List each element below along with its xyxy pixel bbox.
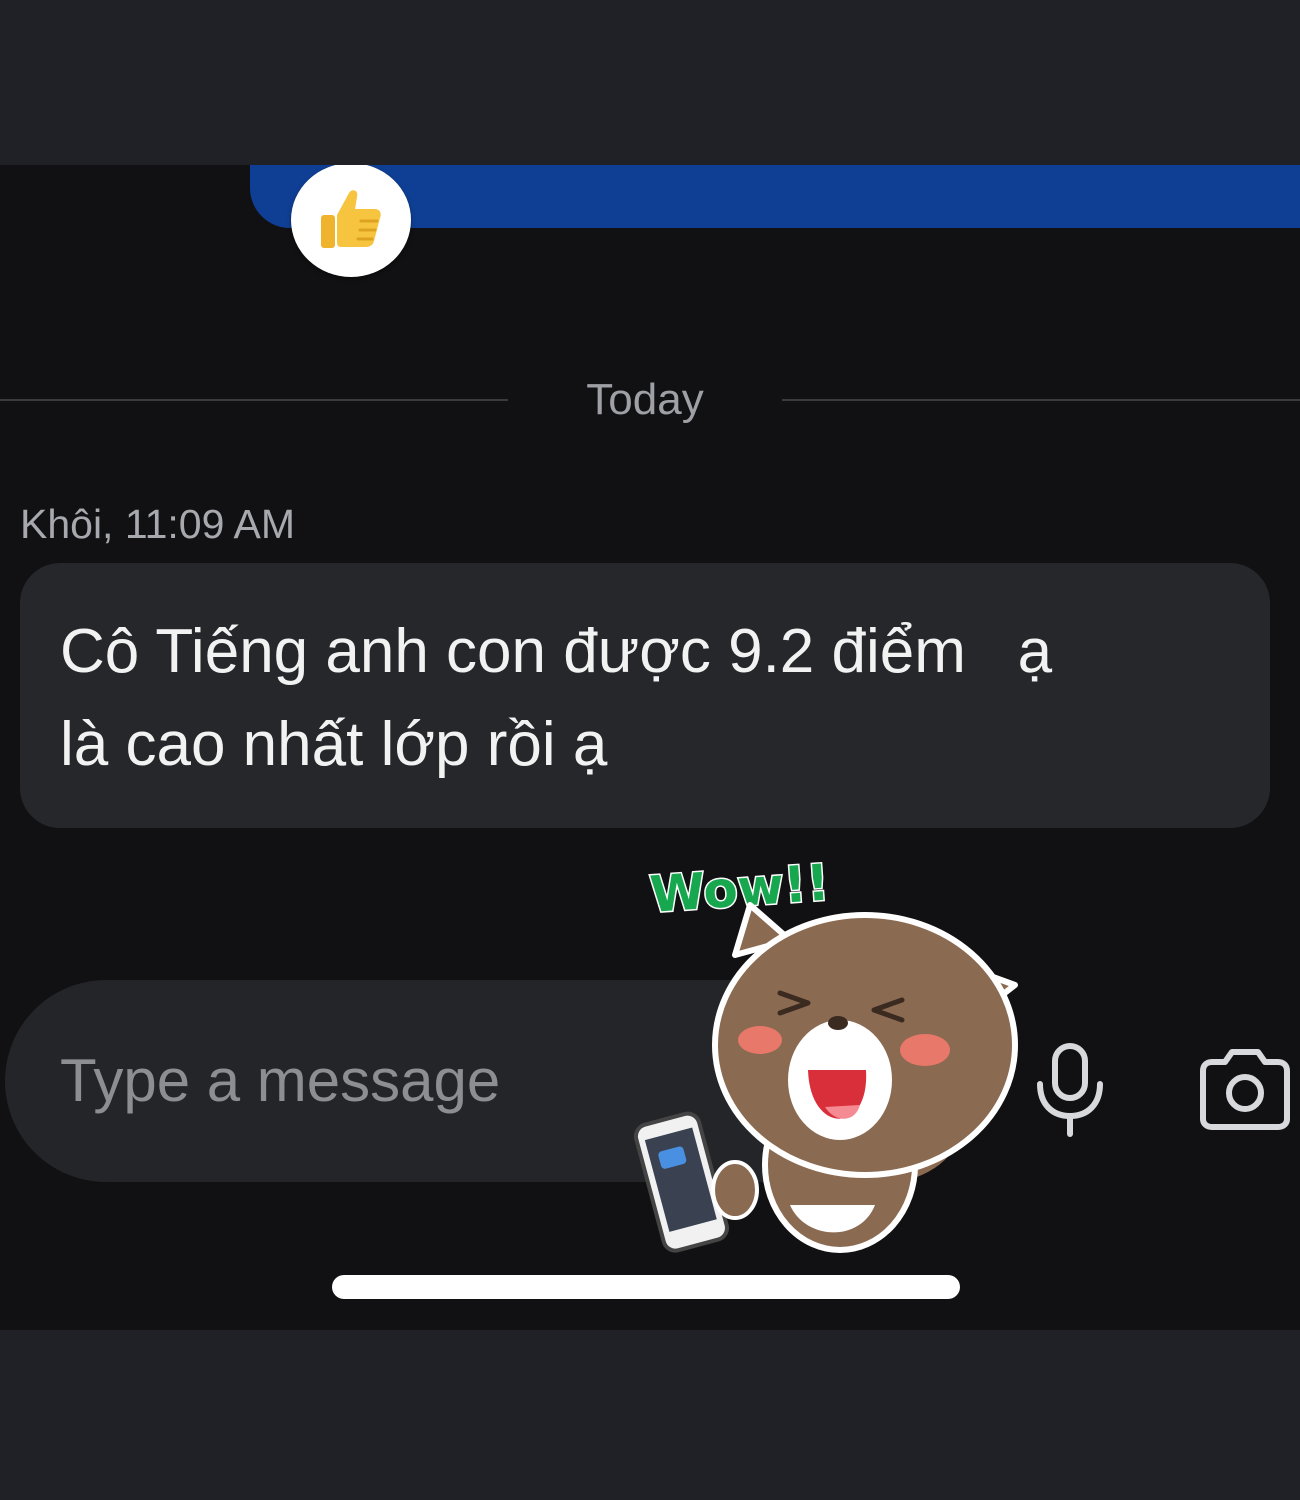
thumbs-up-icon	[321, 190, 381, 248]
message-sender-timestamp: Khôi, 11:09 AM	[20, 501, 296, 547]
bottom-background	[0, 1330, 1300, 1500]
message-input[interactable]	[60, 1040, 620, 1120]
status-area-background	[0, 0, 1300, 165]
sticker-caption: Wow!!	[648, 854, 831, 924]
cat-phone-sticker[interactable]: Wow!!	[630, 845, 1050, 1275]
home-indicator	[332, 1275, 960, 1299]
camera-icon	[1200, 1049, 1290, 1130]
date-divider-line-right	[782, 399, 1300, 401]
message-text: Cô Tiếng anh con được 9.2 điểm ạ là cao …	[60, 617, 1053, 779]
date-divider-line-left	[0, 399, 508, 401]
chat-screen: Today Khôi, 11:09 AM Cô Tiếng anh con đư…	[0, 165, 1300, 1330]
message-reaction[interactable]	[291, 165, 411, 277]
camera-button[interactable]	[1195, 1043, 1295, 1133]
received-message-bubble[interactable]: Cô Tiếng anh con được 9.2 điểm ạ là cao …	[20, 563, 1270, 828]
date-divider-label: Today	[586, 375, 704, 424]
